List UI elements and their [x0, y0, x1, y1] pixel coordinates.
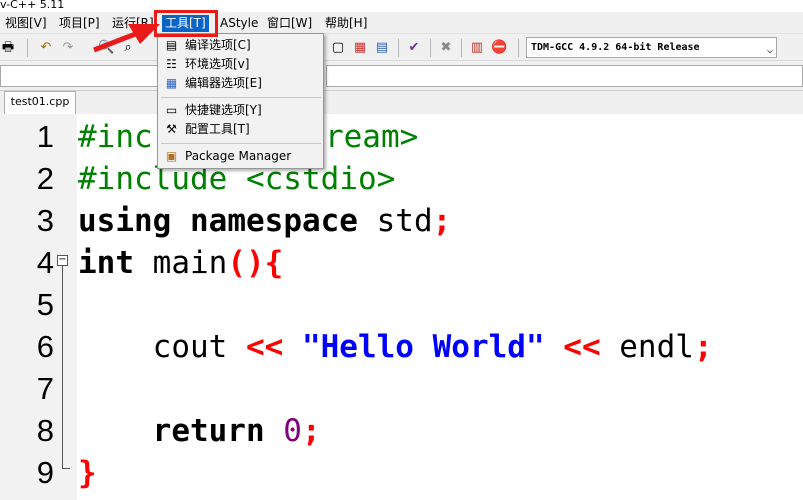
find-icon[interactable]: 🔍 [98, 40, 114, 56]
shortcut-options-icon: ▭ [165, 103, 178, 117]
toolbar-separator [430, 39, 431, 57]
line-number: 4 [36, 245, 54, 280]
compiler-select-value: TDM-GCC 4.9.2 64-bit Release [531, 42, 700, 53]
line-number: 7 [36, 371, 54, 406]
compiler-select[interactable]: TDM-GCC 4.9.2 64-bit Release ⌵ [526, 37, 777, 58]
toolbar-separator [518, 39, 519, 57]
fold-line-end [62, 468, 70, 469]
chevron-down-icon: ⌵ [766, 45, 773, 56]
editor-tabbar: test01.cpp [0, 91, 803, 114]
profile-icon[interactable]: ⛔ [491, 40, 507, 56]
menu-item-editor-options[interactable]: ▦ 编辑器选项[E] [158, 74, 323, 93]
menu-item-package-manager[interactable]: ▣ Package Manager [158, 147, 323, 166]
secondary-toolbar: ⌵ [0, 61, 803, 91]
code-line-6: cout << "Hello World" << endl; [78, 329, 713, 365]
new-window-icon[interactable]: ▢ [330, 40, 346, 56]
code-line-9: } [78, 455, 97, 491]
toolbar-separator [398, 39, 399, 57]
member-combo[interactable] [326, 65, 803, 87]
color-grid-icon[interactable]: ▦ [352, 40, 368, 56]
line-number: 1 [36, 119, 54, 154]
line-number: 3 [36, 203, 54, 238]
menu-help[interactable]: 帮助[H] [322, 15, 370, 32]
line-number: 9 [36, 455, 54, 490]
code-line-3: using namespace std; [78, 203, 452, 239]
chart-icon[interactable]: ▥ [469, 40, 485, 56]
menu-item-shortcut-options[interactable]: ▭ 快捷键选项[Y] [158, 101, 323, 120]
undo-icon[interactable]: ↶ [38, 40, 54, 56]
menu-project[interactable]: 项目[P] [56, 15, 103, 32]
line-number: 2 [36, 161, 54, 196]
compiler-options-icon: ▤ [165, 38, 178, 52]
window-title: v-C++ 5.11 [0, 0, 803, 12]
configure-tools-icon: ⚒ [166, 122, 177, 136]
menu-item-configure-tools[interactable]: ⚒ 配置工具[T] [158, 120, 323, 139]
tools-menu-dropdown: ▤ 编译选项[C] ☷ 环境选项[v] ▦ 编辑器选项[E] ▭ 快捷键选项[Y… [157, 33, 324, 169]
menu-run[interactable]: 运行[R] [109, 15, 157, 32]
code-editor[interactable]: 1 2 3 4 5 6 7 8 9 #inc stream> #include <… [0, 114, 803, 500]
menu-view[interactable]: 视图[V] [2, 15, 50, 32]
tab-test01[interactable]: test01.cpp [4, 91, 76, 114]
menu-item-environment-options[interactable]: ☷ 环境选项[v] [158, 55, 323, 74]
menubar: 视图[V] 项目[P] 运行[R] 工具[T] AStyle 窗口[W] 帮助[… [0, 12, 803, 34]
close-icon[interactable]: ✖ [438, 40, 454, 56]
package-manager-icon: ▣ [165, 149, 178, 163]
annotation-highlight-box [154, 10, 218, 37]
fold-line [62, 266, 63, 469]
menu-item-compiler-options[interactable]: ▤ 编译选项[C] [158, 36, 323, 55]
line-number: 5 [36, 287, 54, 322]
replace-icon[interactable]: ⌕ [120, 40, 136, 56]
class-combo[interactable]: ⌵ [0, 65, 170, 87]
toolbar-separator [461, 39, 462, 57]
editor-options-icon: ▦ [165, 76, 178, 90]
line-number: 8 [36, 413, 54, 448]
menu-separator [161, 97, 321, 98]
line-number: 6 [36, 329, 54, 364]
fold-collapse-icon[interactable]: − [57, 255, 68, 266]
devcpp-window: v-C++ 5.11 视图[V] 项目[P] 运行[R] 工具[T] AStyl… [0, 0, 803, 500]
menu-separator [161, 143, 321, 144]
check-syntax-icon[interactable]: ✔ [406, 40, 422, 56]
menu-astyle[interactable]: AStyle [217, 15, 261, 32]
print-icon[interactable]: 🖶 [0, 40, 16, 56]
environment-options-icon: ☷ [166, 57, 177, 71]
code-line-4: int main(){ [78, 245, 284, 281]
layout-icon[interactable]: ▤ [374, 40, 390, 56]
redo-icon[interactable]: ↷ [60, 40, 76, 56]
toolbar-separator [27, 39, 28, 57]
code-line-8: return 0; [152, 413, 321, 449]
line-number-gutter: 1 2 3 4 5 6 7 8 9 [0, 114, 77, 500]
menu-window[interactable]: 窗口[W] [264, 15, 315, 32]
